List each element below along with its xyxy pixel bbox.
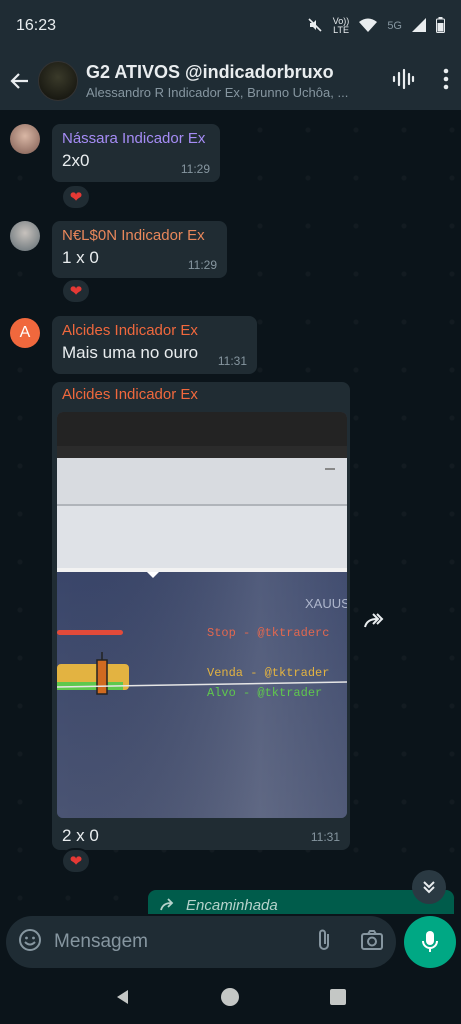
message-time: 11:29 (180, 162, 210, 176)
photo-attachment[interactable]: XAUUS Stop - @tktraderc Venda - @tktrade… (57, 412, 347, 818)
sender-name[interactable]: N€L$0N Indicador Ex (62, 227, 217, 244)
message-bubble[interactable]: N€L$0N Indicador Ex 1 x 0 11:29 (52, 221, 227, 278)
message-time: 11:31 (217, 354, 247, 368)
mute-icon (307, 17, 323, 36)
wifi-icon (359, 18, 378, 35)
camera-icon[interactable] (360, 929, 384, 956)
system-nav-bar (0, 974, 461, 1024)
message-input-bar[interactable]: Mensagem (6, 916, 396, 968)
forward-icon (364, 613, 384, 628)
group-info[interactable]: G2 ATIVOS @indicadorbruxo Alessandro R I… (86, 62, 366, 100)
signal-icon (412, 17, 426, 35)
nav-home-icon[interactable] (220, 987, 240, 1012)
forwarded-label: Encaminhada (186, 896, 278, 914)
photo-venda-label: Venda - @tktrader (207, 666, 329, 680)
sender-name[interactable]: Alcides Indicador Ex (62, 322, 247, 339)
back-arrow-icon (10, 73, 28, 89)
sender-name[interactable]: Alcides Indicador Ex (62, 386, 350, 403)
group-avatar[interactable] (38, 61, 78, 101)
message-input[interactable]: Mensagem (54, 931, 316, 953)
forwarded-icon (160, 898, 174, 911)
chat-header: G2 ATIVOS @indicadorbruxo Alessandro R I… (0, 52, 461, 110)
chat-area[interactable]: Nássara Indicador Ex 2x0 11:29 ❤ N€L$0N … (0, 110, 461, 920)
nav-back-icon[interactable] (114, 988, 132, 1011)
heart-icon: ❤ (69, 283, 83, 300)
emoji-icon[interactable] (18, 928, 42, 957)
microphone-icon (422, 931, 438, 952)
heart-icon: ❤ (69, 853, 83, 870)
attach-icon[interactable] (316, 928, 332, 957)
voice-chat-icon[interactable] (391, 67, 415, 96)
image-caption: 2 x 0 (62, 826, 99, 845)
reaction-badge[interactable]: ❤ (61, 848, 91, 874)
header-actions (391, 52, 449, 110)
reaction-badge[interactable]: ❤ (61, 278, 91, 304)
back-button[interactable] (2, 52, 38, 110)
chevron-double-down-icon (423, 881, 435, 894)
photo-graphic: XAUUS Stop - @tktraderc Venda - @tktrade… (57, 412, 347, 818)
avatar[interactable] (10, 221, 40, 251)
avatar[interactable]: A (10, 318, 40, 348)
group-members: Alessandro R Indicador Ex, Brunno Uchôa,… (86, 85, 349, 100)
avatar[interactable] (10, 124, 40, 154)
message-time: 11:31 (310, 830, 340, 844)
nav-recents-icon[interactable] (329, 988, 347, 1011)
composer: Mensagem (0, 914, 461, 974)
forward-button[interactable] (360, 608, 390, 632)
photo-alvo-label: Alvo - @tktrader (207, 686, 322, 700)
image-message-bubble[interactable]: Alcides Indicador Ex XAUUS Stop - @tktra… (52, 382, 350, 850)
group-title: G2 ATIVOS @indicadorbruxo (86, 62, 334, 82)
battery-icon (436, 16, 445, 36)
volte-indicator: Vo)) LTE (332, 16, 350, 35)
message-bubble[interactable]: Nássara Indicador Ex 2x0 11:29 (52, 124, 220, 182)
photo-stop-label: Stop - @tktraderc (207, 626, 329, 640)
sender-name[interactable]: Nássara Indicador Ex (62, 130, 210, 147)
message-time: 11:29 (187, 258, 217, 272)
status-icons: Vo)) LTE 5G (307, 16, 445, 36)
status-bar: 16:23 Vo)) LTE 5G (0, 0, 461, 52)
message-bubble[interactable]: Alcides Indicador Ex Mais uma no ouro 11… (52, 316, 257, 374)
reaction-badge[interactable]: ❤ (61, 184, 91, 210)
status-time: 16:23 (16, 17, 57, 34)
menu-icon[interactable] (443, 68, 449, 95)
photo-symbol-label: XAUUS (305, 596, 347, 611)
network-type: 5G (387, 20, 402, 32)
heart-icon: ❤ (69, 189, 83, 206)
voice-message-button[interactable] (404, 916, 456, 968)
scroll-to-bottom-button[interactable] (412, 870, 446, 904)
